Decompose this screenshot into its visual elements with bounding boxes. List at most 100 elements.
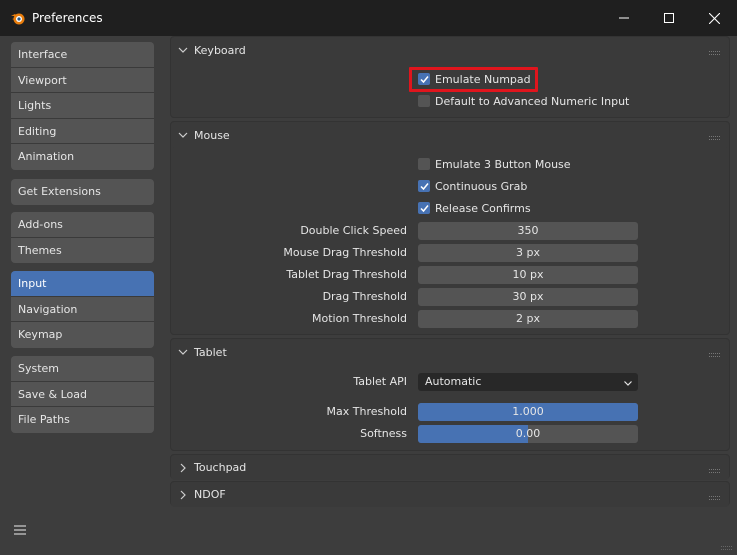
checkmark-icon [418, 202, 430, 214]
max-threshold-value: 1.000 [512, 405, 544, 418]
emulate-numpad-checkbox[interactable]: Emulate Numpad [418, 71, 531, 87]
softness-value: 0.00 [515, 427, 541, 440]
motion-threshold-row: Motion Threshold 2 px [171, 310, 731, 328]
nav-group-input: Input Navigation Keymap [11, 271, 154, 348]
chevron-down-icon [623, 376, 633, 386]
advanced-numeric-checkbox[interactable]: Default to Advanced Numeric Input [418, 93, 629, 109]
preferences-sidebar: Interface Viewport Lights Editing Animat… [0, 36, 166, 550]
tablet-api-value: Automatic [425, 375, 482, 388]
sidebar-item-lights[interactable]: Lights [11, 93, 154, 119]
double-click-speed-field[interactable]: 350 [418, 222, 638, 240]
window-title: Preferences [32, 11, 103, 25]
mouse-panel-header[interactable]: Mouse [171, 122, 729, 148]
tablet-api-dropdown[interactable]: Automatic [418, 373, 638, 391]
mouse-drag-threshold-label: Mouse Drag Threshold [283, 246, 407, 259]
softness-slider[interactable]: 0.00 [418, 425, 638, 443]
tablet-api-label: Tablet API [353, 375, 407, 388]
continuous-grab-label: Continuous Grab [435, 179, 528, 193]
drag-threshold-row: Drag Threshold 30 px [171, 288, 731, 306]
minimize-button[interactable] [601, 0, 647, 36]
checkbox-empty-icon [418, 95, 430, 107]
checkmark-icon [418, 180, 430, 192]
keyboard-panel-title: Keyboard [194, 43, 246, 57]
sidebar-item-interface[interactable]: Interface [11, 42, 154, 68]
max-threshold-slider[interactable]: 1.000 [418, 403, 638, 421]
sidebar-item-get-extensions[interactable]: Get Extensions [11, 179, 154, 205]
minimize-icon [619, 13, 629, 23]
max-threshold-row: Max Threshold 1.000 [171, 403, 731, 421]
resize-grip-icon[interactable] [721, 542, 733, 550]
tablet-panel: Tablet Tablet API Automatic Max Threshol… [170, 338, 730, 451]
blender-logo-icon [10, 10, 26, 26]
touchpad-panel: Touchpad [170, 454, 730, 480]
double-click-speed-label: Double Click Speed [300, 224, 407, 237]
tablet-drag-threshold-label: Tablet Drag Threshold [286, 268, 407, 281]
maximize-button[interactable] [646, 0, 692, 36]
motion-threshold-field[interactable]: 2 px [418, 310, 638, 328]
chevron-right-icon [178, 490, 188, 500]
max-threshold-label: Max Threshold [326, 405, 407, 418]
chevron-down-icon [178, 45, 188, 55]
hamburger-menu-icon [14, 524, 26, 538]
drag-threshold-label: Drag Threshold [322, 290, 407, 303]
release-confirms-label: Release Confirms [435, 201, 531, 215]
keyboard-panel-header[interactable]: Keyboard [171, 37, 729, 63]
sidebar-item-editing[interactable]: Editing [11, 118, 154, 144]
emulate-3-button-checkbox[interactable]: Emulate 3 Button Mouse [418, 156, 571, 172]
nav-group-system: System Save & Load File Paths [11, 356, 154, 433]
title-bar: Preferences [0, 0, 737, 36]
touchpad-panel-title: Touchpad [194, 461, 247, 474]
sidebar-item-file-paths[interactable]: File Paths [11, 407, 154, 433]
sidebar-item-input[interactable]: Input [11, 271, 154, 297]
tablet-panel-title: Tablet [194, 345, 227, 359]
tablet-panel-header[interactable]: Tablet [171, 339, 729, 365]
ndof-panel: NDOF [170, 481, 730, 507]
tablet-drag-threshold-row: Tablet Drag Threshold 10 px [171, 266, 731, 284]
sidebar-item-add-ons[interactable]: Add-ons [11, 212, 154, 238]
chevron-down-icon [178, 130, 188, 140]
drag-grip-icon[interactable] [709, 132, 721, 140]
nav-group-extensions: Get Extensions [11, 179, 154, 205]
preferences-menu-button[interactable] [11, 522, 29, 540]
sidebar-item-themes[interactable]: Themes [11, 237, 154, 263]
mouse-drag-threshold-field[interactable]: 3 px [418, 244, 638, 262]
sidebar-item-viewport[interactable]: Viewport [11, 67, 154, 93]
mouse-drag-threshold-row: Mouse Drag Threshold 3 px [171, 244, 731, 262]
advanced-numeric-label: Default to Advanced Numeric Input [435, 94, 630, 108]
slider-fill [418, 425, 528, 443]
mouse-panel-title: Mouse [194, 128, 230, 142]
chevron-down-icon [178, 347, 188, 357]
sidebar-item-keymap[interactable]: Keymap [11, 322, 154, 348]
chevron-right-icon [178, 463, 188, 473]
softness-row: Softness 0.00 [171, 425, 731, 443]
drag-grip-icon[interactable] [709, 349, 721, 357]
release-confirms-checkbox[interactable]: Release Confirms [418, 200, 531, 216]
softness-label: Softness [360, 427, 407, 440]
mouse-panel: Mouse Emulate 3 Button Mouse Continuous … [170, 121, 730, 335]
drag-grip-icon[interactable] [709, 465, 721, 473]
motion-threshold-label: Motion Threshold [312, 312, 407, 325]
double-click-speed-row: Double Click Speed 350 [171, 222, 731, 240]
touchpad-panel-header[interactable]: Touchpad [171, 455, 729, 480]
tablet-api-row: Tablet API Automatic [171, 373, 731, 391]
checkmark-icon [418, 73, 430, 85]
maximize-icon [664, 13, 674, 23]
sidebar-item-animation[interactable]: Animation [11, 144, 154, 170]
nav-group-addons: Add-ons Themes [11, 212, 154, 263]
sidebar-item-save-load[interactable]: Save & Load [11, 381, 154, 407]
drag-threshold-field[interactable]: 30 px [418, 288, 638, 306]
tablet-drag-threshold-field[interactable]: 10 px [418, 266, 638, 284]
close-button[interactable] [691, 0, 737, 36]
sidebar-item-navigation[interactable]: Navigation [11, 296, 154, 322]
keyboard-panel: Keyboard Emulate Numpad Default to Advan… [170, 36, 730, 118]
checkbox-empty-icon [418, 158, 430, 170]
ndof-panel-header[interactable]: NDOF [171, 482, 729, 507]
drag-grip-icon[interactable] [709, 47, 721, 55]
nav-group-general: Interface Viewport Lights Editing Animat… [11, 42, 154, 170]
continuous-grab-checkbox[interactable]: Continuous Grab [418, 178, 527, 194]
close-icon [708, 12, 720, 24]
preferences-main: Keyboard Emulate Numpad Default to Advan… [170, 36, 730, 550]
sidebar-item-system[interactable]: System [11, 356, 154, 382]
emulate-3-button-label: Emulate 3 Button Mouse [435, 157, 571, 171]
drag-grip-icon[interactable] [709, 492, 721, 500]
